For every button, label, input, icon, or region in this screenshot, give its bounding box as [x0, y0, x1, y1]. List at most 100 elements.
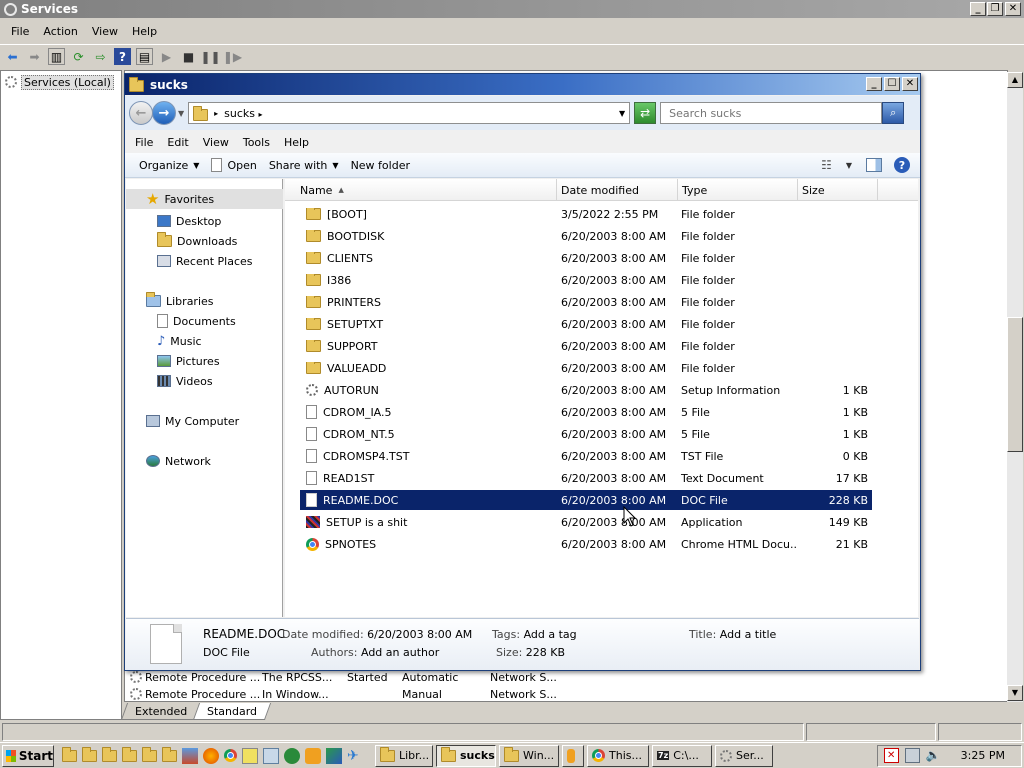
taskbar-button-libraries[interactable]: Libr... — [375, 744, 433, 767]
scrollbar-thumb[interactable] — [1007, 317, 1023, 452]
folder-icon[interactable] — [122, 746, 137, 762]
folder-icon[interactable] — [142, 746, 157, 762]
refresh-icon[interactable]: ⟳ — [70, 48, 87, 65]
taskbar-button-sucks[interactable]: sucks — [436, 744, 496, 767]
add-author-link[interactable]: Add an author — [361, 646, 439, 659]
file-row[interactable]: AUTORUN 6/20/2003 8:00 AM Setup Informatio… — [300, 380, 872, 400]
explorer-close-button[interactable]: ✕ — [902, 77, 918, 91]
back-arrow-icon[interactable]: ⬅ — [4, 48, 21, 65]
send-icon[interactable]: ✈ — [347, 748, 363, 764]
volume-icon[interactable]: 🔈 — [926, 748, 941, 763]
organize-button[interactable]: Organize ▼ — [133, 154, 205, 176]
folder-icon[interactable] — [162, 746, 177, 762]
file-row[interactable]: I386 6/20/2003 8:00 AM File folder — [300, 270, 872, 290]
start-service-icon[interactable]: ▶ — [158, 48, 175, 65]
nav-network[interactable]: Network — [126, 451, 211, 471]
explorer-menu-help[interactable]: Help — [277, 136, 316, 149]
services-console-tree[interactable]: Services (Local) — [0, 70, 122, 720]
file-row[interactable]: README.DOC 6/20/2003 8:00 AM DOC File 228 K… — [300, 490, 872, 510]
pause-service-icon[interactable]: ❚❚ — [200, 48, 220, 65]
player-icon[interactable] — [305, 747, 321, 764]
file-row[interactable]: CDROM_IA.5 6/20/2003 8:00 AM 5 File 1 KB — [300, 402, 872, 422]
column-name[interactable]: Name ▲ — [285, 179, 557, 201]
taskbar-button-7zip[interactable]: 7z C:\... — [652, 744, 712, 767]
services-restore-button[interactable]: ❐ — [987, 2, 1003, 16]
file-row[interactable]: VALUEADD 6/20/2003 8:00 AM File folder — [300, 358, 872, 378]
breadcrumb-chevron-icon[interactable]: ▸ — [259, 110, 263, 119]
taskbar-button-player[interactable] — [562, 744, 584, 767]
file-row[interactable]: CDROMSP4.TST 6/20/2003 8:00 AM TST File 0 K… — [300, 446, 872, 466]
folder-icon[interactable] — [102, 746, 117, 762]
address-dropdown-icon[interactable]: ▼ — [619, 109, 625, 118]
taskbar-button-windows[interactable]: Win... — [499, 744, 559, 767]
explorer-minimize-button[interactable]: _ — [866, 77, 882, 91]
column-type[interactable]: Type — [678, 179, 798, 201]
explorer-maximize-button[interactable]: ☐ — [884, 77, 900, 91]
security-alert-icon[interactable]: ✕ — [883, 748, 899, 763]
breadcrumb[interactable]: sucks ▸ — [224, 107, 613, 120]
scroll-up-arrow-icon[interactable]: ▲ — [1007, 72, 1023, 88]
file-row[interactable]: SETUPTXT 6/20/2003 8:00 AM File folder — [300, 314, 872, 334]
preview-pane-icon[interactable] — [866, 158, 882, 172]
stop-service-icon[interactable]: ■ — [180, 48, 197, 65]
nav-downloads[interactable]: Downloads — [126, 231, 237, 251]
nav-videos[interactable]: Videos — [126, 371, 213, 391]
back-button[interactable]: ← — [129, 101, 153, 125]
navigation-pane[interactable]: ★ Favorites Desktop Downloads Recent Plac… — [126, 179, 283, 617]
taskbar-button-services[interactable]: Ser... — [715, 744, 773, 767]
add-tag-link[interactable]: Add a tag — [524, 628, 577, 641]
chrome-icon[interactable] — [224, 749, 237, 762]
network-tool-icon[interactable] — [326, 747, 342, 764]
nav-music[interactable]: ♪ Music — [126, 331, 202, 351]
services-title-bar[interactable]: Services — [0, 0, 1024, 18]
forward-arrow-icon[interactable]: ➡ — [26, 48, 43, 65]
file-row[interactable]: READ1ST 6/20/2003 8:00 AM Text Document 17 … — [300, 468, 872, 488]
forward-button[interactable]: → — [152, 101, 176, 125]
help-icon[interactable]: ? — [894, 157, 910, 173]
folder-icon[interactable] — [62, 746, 77, 762]
explorer-window[interactable]: sucks _ ☐ ✕ ← → ▼ ▸ sucks ▸ ▼ ⇄ ⌕ File E… — [124, 73, 921, 671]
refresh-button[interactable]: ⇄ — [634, 102, 657, 124]
new-folder-button[interactable]: New folder — [345, 154, 416, 176]
help-icon[interactable]: ? — [114, 48, 131, 65]
network-status-icon[interactable] — [904, 748, 920, 763]
file-row[interactable]: BOOTDISK 6/20/2003 8:00 AM File folder — [300, 226, 872, 246]
file-row[interactable]: SETUP is a shit 6/20/2003 8:00 AM Applicat… — [300, 512, 872, 532]
explorer-menu-tools[interactable]: Tools — [236, 136, 277, 149]
tree-item-services-local[interactable]: Services (Local) — [5, 74, 114, 90]
properties-icon[interactable]: ▤ — [136, 48, 153, 65]
services-minimize-button[interactable]: _ — [970, 2, 986, 16]
search-box[interactable] — [660, 102, 883, 124]
services-menu-help[interactable]: Help — [125, 25, 164, 38]
column-date-modified[interactable]: Date modified — [557, 179, 678, 201]
file-row[interactable]: CLIENTS 6/20/2003 8:00 AM File folder — [300, 248, 872, 268]
services-scrollbar[interactable]: ▲ ▼ — [1007, 72, 1023, 702]
taskbar-button-chrome[interactable]: This... — [587, 744, 649, 767]
nav-recent-places[interactable]: Recent Places — [126, 251, 253, 271]
view-chevron-icon[interactable]: ▼ — [846, 161, 852, 170]
explorer-menu-view[interactable]: View — [196, 136, 236, 149]
services-menu-action[interactable]: Action — [36, 25, 84, 38]
search-input[interactable] — [667, 105, 876, 121]
address-box[interactable]: ▸ sucks ▸ ▼ — [188, 102, 631, 124]
column-size[interactable]: Size — [798, 179, 878, 201]
explorer-menu-file[interactable]: File — [128, 136, 160, 149]
restart-service-icon[interactable]: ❚▶ — [223, 48, 242, 65]
nav-libraries[interactable]: Libraries — [126, 291, 214, 311]
media-icon[interactable] — [284, 747, 300, 764]
calculator-icon[interactable] — [263, 747, 279, 764]
export-list-icon[interactable]: ⇨ — [92, 48, 109, 65]
explorer-title-bar[interactable]: sucks — [125, 74, 920, 95]
service-row[interactable]: Remote Procedure ... In Window... Manual… — [130, 686, 570, 702]
services-close-button[interactable]: ✕ — [1005, 2, 1021, 16]
view-options-icon[interactable]: ☷ — [821, 158, 832, 172]
nav-my-computer[interactable]: My Computer — [126, 411, 239, 431]
file-list-pane[interactable]: Name ▲ Date modified Type Size [BOOT] 3/5/… — [285, 179, 918, 617]
file-row[interactable]: CDROM_NT.5 6/20/2003 8:00 AM 5 File 1 KB — [300, 424, 872, 444]
services-menu-view[interactable]: View — [85, 25, 125, 38]
firefox-icon[interactable] — [203, 747, 219, 764]
search-icon[interactable]: ⌕ — [882, 102, 905, 124]
tab-extended[interactable]: Extended — [120, 703, 202, 720]
tab-standard[interactable]: Standard — [193, 703, 272, 720]
console-tree-icon[interactable]: ▥ — [48, 48, 65, 65]
